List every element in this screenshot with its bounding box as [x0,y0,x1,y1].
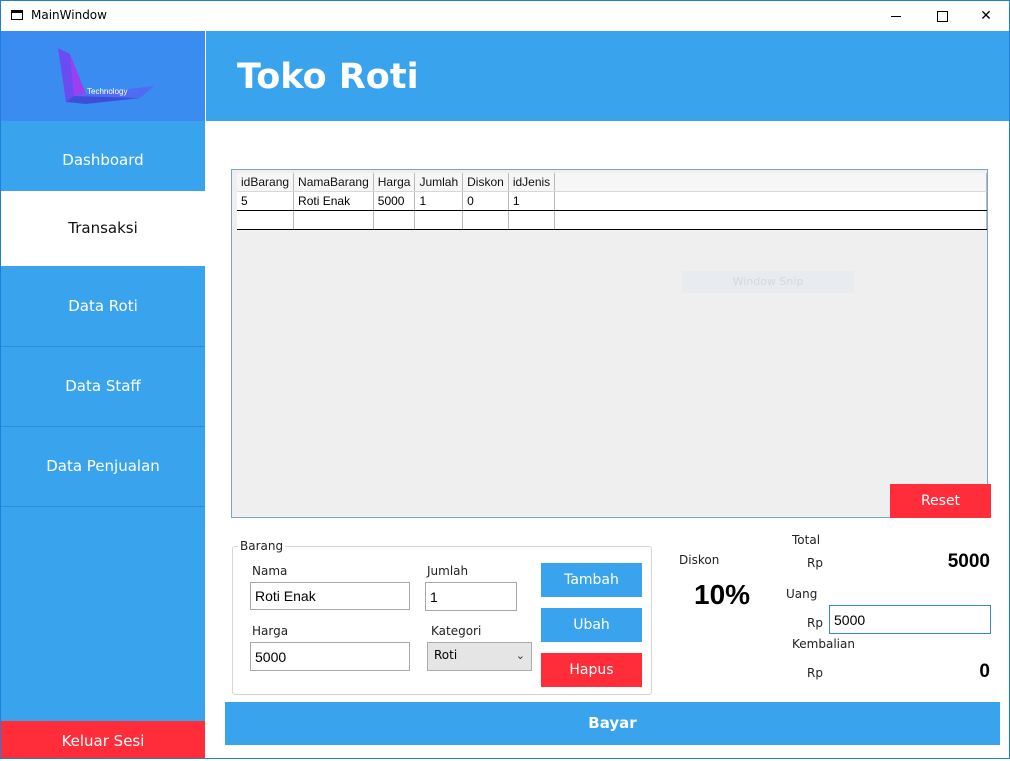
table-cell[interactable] [508,210,556,230]
uang-currency: Rp [807,616,823,630]
uang-label: Uang [786,587,818,601]
nama-input[interactable] [250,582,410,610]
sidebar: Technology Dashboard Transaksi Data Roti… [1,31,205,758]
sidebar-item-data-penjualan[interactable]: Data Penjualan [1,427,205,507]
sidebar-item-data-staff[interactable]: Data Staff [1,347,205,427]
maximize-button[interactable] [919,1,965,31]
table-row[interactable]: 5 Roti Enak 5000 1 0 1 [237,191,987,211]
kategori-select[interactable]: Roti ⌄ [427,642,532,671]
table-new-row[interactable] [237,210,987,230]
window-snip-overlay: Window Snip [682,271,854,293]
minimize-button[interactable] [873,1,919,31]
jumlah-label: Jumlah [427,564,469,578]
chevron-down-icon: ⌄ [515,649,525,662]
table-cell-filler [554,191,987,211]
table-cell[interactable] [237,210,295,230]
kembalian-label: Kembalian [792,637,855,651]
kembalian-currency: Rp [807,666,823,680]
minimize-icon [891,15,901,17]
barang-group-label: Barang [238,539,286,553]
hapus-button[interactable]: Hapus [541,653,642,687]
uang-input[interactable] [829,605,991,634]
grid-header-row: idBarang NamaBarang Harga Jumlah Diskon … [237,173,987,192]
logo-text: Technology [87,87,128,96]
table-cell[interactable]: 1 [414,191,464,211]
page-title: Toko Roti [237,57,419,97]
kategori-selected-value: Roti [434,648,458,662]
grid-table: idBarang NamaBarang Harga Jumlah Diskon … [237,173,987,230]
table-cell[interactable]: 0 [462,191,509,211]
logo-area: Technology [1,31,205,121]
ubah-button[interactable]: Ubah [541,608,642,642]
nama-label: Nama [252,564,288,578]
column-header[interactable]: NamaBarang [293,173,374,192]
harga-label: Harga [252,624,289,638]
table-cell[interactable]: 1 [508,191,556,211]
table-cell[interactable] [462,210,509,230]
jumlah-input[interactable] [425,582,517,611]
tambah-button[interactable]: Tambah [541,563,642,597]
logout-button[interactable]: Keluar Sesi [1,721,205,758]
bayar-button[interactable]: Bayar [225,702,1000,745]
total-currency: Rp [807,556,823,570]
window-title: MainWindow [31,8,107,22]
data-grid[interactable]: idBarang NamaBarang Harga Jumlah Diskon … [231,169,988,518]
table-cell[interactable] [373,210,416,230]
total-label: Total [792,533,821,547]
column-header[interactable]: Jumlah [414,173,464,192]
close-button[interactable]: ✕ [963,1,1009,31]
header: Toko Roti [206,31,1009,121]
column-header-filler [554,173,987,192]
table-cell[interactable] [414,210,464,230]
table-cell[interactable] [293,210,374,230]
column-header[interactable]: Diskon [462,173,509,192]
sidebar-item-data-roti[interactable]: Data Roti [1,267,205,347]
window-icon [11,10,23,20]
diskon-label: Diskon [679,553,720,567]
reset-button[interactable]: Reset [890,484,991,518]
column-header[interactable]: idBarang [237,173,295,192]
column-header[interactable]: idJenis [508,173,556,192]
maximize-icon [936,10,948,22]
table-cell[interactable]: 5000 [373,191,416,211]
diskon-value: 10% [694,579,751,610]
sidebar-item-transaksi[interactable]: Transaksi [1,191,205,266]
title-bar: MainWindow ✕ [1,1,1009,31]
table-cell[interactable]: 5 [237,191,295,211]
column-header[interactable]: Harga [373,173,416,192]
table-cell[interactable]: Roti Enak [293,191,374,211]
sidebar-item-dashboard[interactable]: Dashboard [1,121,205,201]
kembalian-value: 0 [979,661,990,682]
main-window: MainWindow ✕ Technology Dashboard Transa… [0,0,1010,759]
total-value: 5000 [947,551,990,572]
harga-input[interactable] [250,642,410,671]
kategori-label: Kategori [431,624,482,638]
close-icon: ✕ [980,8,992,24]
table-cell-filler [554,210,987,230]
